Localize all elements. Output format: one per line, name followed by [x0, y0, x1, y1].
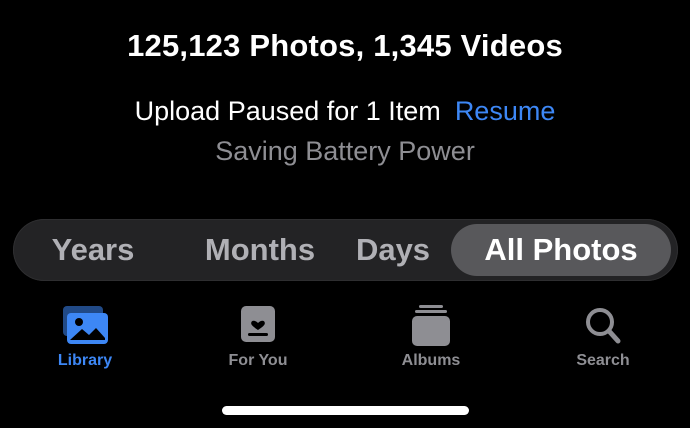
upload-status-text: Upload Paused for 1 Item — [134, 96, 441, 126]
view-segmented-control: Years Months Days All Photos — [13, 219, 678, 281]
tab-albums-label: Albums — [401, 352, 461, 369]
search-icon — [586, 308, 621, 344]
segment-days[interactable]: Days — [343, 219, 443, 281]
segment-months[interactable]: Months — [176, 219, 344, 281]
upload-pause-reason: Saving Battery Power — [215, 136, 475, 166]
tab-for-you-label: For You — [228, 352, 288, 369]
tab-search-label: Search — [576, 352, 630, 369]
home-indicator[interactable] — [222, 406, 469, 415]
albums-icon — [412, 305, 450, 346]
segment-years[interactable]: Years — [33, 219, 153, 281]
tab-search[interactable]: Search — [538, 300, 668, 378]
tab-library[interactable]: Library — [20, 300, 150, 378]
library-icon — [63, 306, 108, 344]
resume-button[interactable]: Resume — [455, 96, 556, 126]
tab-bar: Library For You Albums Search — [0, 300, 690, 380]
tab-albums[interactable]: Albums — [366, 300, 496, 378]
library-summary: 125,123 Photos, 1,345 Videos — [127, 28, 563, 63]
tab-for-you[interactable]: For You — [193, 300, 323, 378]
upload-status-line: Upload Paused for 1 Item Resume — [0, 96, 690, 127]
segment-all-photos[interactable]: All Photos — [451, 224, 671, 276]
for-you-icon — [241, 306, 275, 342]
tab-library-label: Library — [57, 352, 113, 369]
